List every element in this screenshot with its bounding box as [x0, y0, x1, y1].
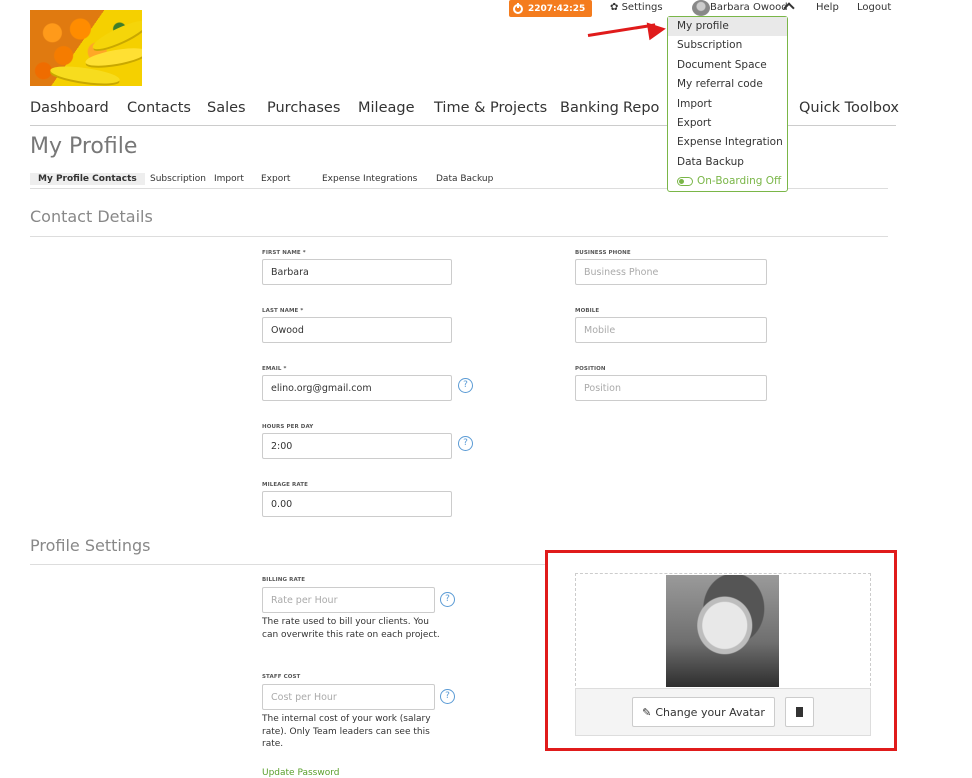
section-divider	[30, 564, 545, 565]
highlight-box	[545, 550, 897, 751]
menu-item-onboarding-toggle[interactable]: On-Boarding Off	[668, 172, 787, 191]
help-icon[interactable]: ?	[440, 689, 455, 704]
hours-per-day-field[interactable]: 2:00	[262, 433, 452, 459]
menu-item-data-backup[interactable]: Data Backup	[668, 153, 787, 172]
nav-sales[interactable]: Sales	[207, 100, 246, 116]
nav-purchases[interactable]: Purchases	[267, 100, 340, 116]
business-phone-label: BUSINESS PHONE	[575, 250, 631, 256]
email-field[interactable]: elino.org@gmail.com	[262, 375, 452, 401]
menu-item-subscription[interactable]: Subscription	[668, 36, 787, 55]
hours-per-day-label: HOURS PER DAY	[262, 424, 314, 430]
staff-cost-label: STAFF COST	[262, 674, 301, 680]
menu-item-my-profile[interactable]: My profile	[668, 17, 787, 37]
first-name-label: FIRST NAME *	[262, 250, 306, 256]
settings-link[interactable]: ✿ Settings	[610, 2, 663, 13]
gear-icon: ✿	[610, 2, 619, 13]
nav-quick-toolbox[interactable]: Quick Toolbox	[799, 100, 899, 116]
business-phone-field[interactable]: Business Phone	[575, 259, 767, 285]
subtab-subscription[interactable]: Subscription	[150, 174, 206, 184]
help-icon[interactable]: ?	[458, 378, 473, 393]
subtab-bar: My Profile Contacts Subscription Import …	[30, 173, 550, 188]
logout-link[interactable]: Logout	[857, 2, 891, 13]
power-icon	[513, 2, 523, 14]
email-label: EMAIL *	[262, 366, 287, 372]
help-icon[interactable]: ?	[458, 436, 473, 451]
nav-dashboard[interactable]: Dashboard	[30, 100, 109, 116]
mobile-label: MOBILE	[575, 308, 600, 314]
timer-badge[interactable]: 2207:42:25	[509, 0, 592, 17]
help-icon[interactable]: ?	[440, 592, 455, 607]
mileage-rate-label: MILEAGE RATE	[262, 482, 308, 488]
pointer-arrow-head	[646, 19, 668, 41]
page-title: My Profile	[30, 134, 138, 159]
subtab-export[interactable]: Export	[261, 174, 290, 184]
contact-details-title: Contact Details	[30, 207, 153, 226]
nav-time-projects[interactable]: Time & Projects	[434, 100, 547, 116]
mobile-field[interactable]: Mobile	[575, 317, 767, 343]
last-name-field[interactable]: Owood	[262, 317, 452, 343]
company-logo	[30, 10, 142, 86]
profile-settings-title: Profile Settings	[30, 536, 151, 555]
pointer-arrow	[587, 23, 656, 37]
menu-item-import[interactable]: Import	[668, 95, 787, 114]
user-menu-toggle[interactable]: Barbara Owood	[710, 2, 788, 13]
menu-item-referral-code[interactable]: My referral code	[668, 75, 787, 94]
avatar[interactable]	[692, 0, 710, 16]
section-divider	[30, 236, 888, 237]
subtab-expense-integrations[interactable]: Expense Integrations	[322, 174, 417, 184]
first-name-field[interactable]: Barbara	[262, 259, 452, 285]
nav-banking[interactable]: Banking	[560, 100, 619, 116]
last-name-label: LAST NAME *	[262, 308, 304, 314]
menu-item-document-space[interactable]: Document Space	[668, 56, 787, 75]
subtab-my-profile-contacts[interactable]: My Profile Contacts	[30, 173, 145, 185]
user-dropdown-menu: My profile Subscription Document Space M…	[667, 16, 788, 192]
nav-mileage[interactable]: Mileage	[358, 100, 415, 116]
billing-rate-field[interactable]: Rate per Hour	[262, 587, 435, 613]
position-label: POSITION	[575, 366, 606, 372]
staff-cost-field[interactable]: Cost per Hour	[262, 684, 435, 710]
menu-item-expense-integration[interactable]: Expense Integration	[668, 133, 787, 152]
menu-item-export[interactable]: Export	[668, 114, 787, 133]
position-field[interactable]: Position	[575, 375, 767, 401]
billing-rate-label: BILLING RATE	[262, 577, 306, 583]
nav-contacts[interactable]: Contacts	[127, 100, 191, 116]
subtab-data-backup[interactable]: Data Backup	[436, 174, 493, 184]
timer-value: 2207:42:25	[528, 3, 586, 14]
mileage-rate-field[interactable]: 0.00	[262, 491, 452, 517]
subtab-import[interactable]: Import	[214, 174, 244, 184]
toggle-icon	[677, 177, 693, 187]
billing-rate-hint: The rate used to bill your clients. You …	[262, 617, 440, 640]
staff-cost-hint: The internal cost of your work (salary r…	[262, 714, 431, 749]
help-link[interactable]: Help	[816, 2, 839, 13]
nav-reports[interactable]: Repo	[623, 100, 659, 116]
